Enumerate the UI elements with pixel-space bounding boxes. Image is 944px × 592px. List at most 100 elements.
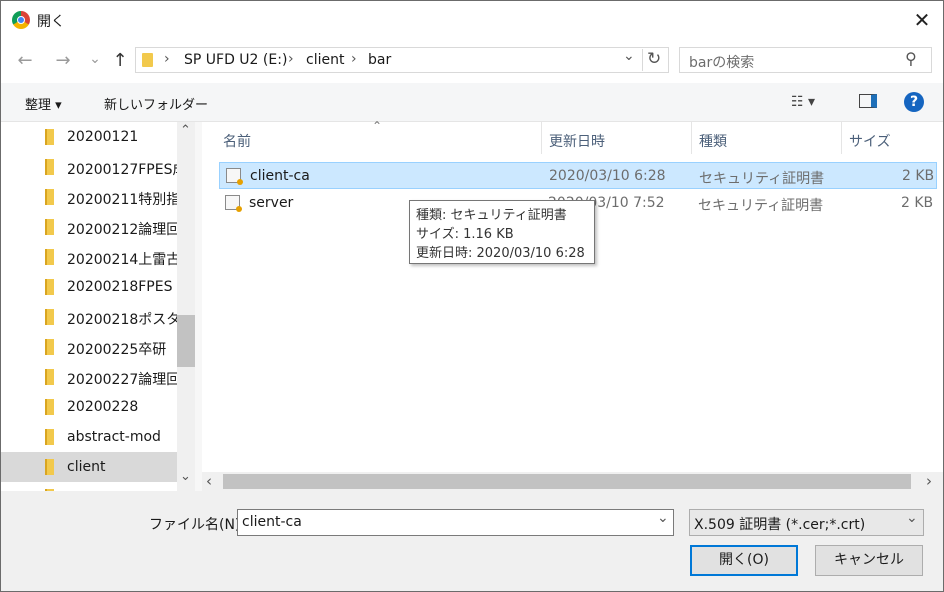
folder-icon xyxy=(45,369,54,385)
preview-pane-icon[interactable] xyxy=(859,94,877,108)
tree-item-label: 20200121 xyxy=(67,129,139,145)
tree-item-label: 20200218FPES xyxy=(67,279,173,295)
column-divider[interactable] xyxy=(841,122,842,154)
file-modified: 2020/03/10 6:28 xyxy=(549,168,666,184)
tree-item[interactable]: abstract-mod xyxy=(1,422,177,452)
folder-icon xyxy=(45,189,54,205)
back-arrow-icon[interactable]: ← xyxy=(13,49,37,73)
tooltip-size: サイズ: 1.16 KB xyxy=(416,227,514,242)
folder-icon xyxy=(45,459,54,475)
up-arrow-icon[interactable]: ↑ xyxy=(108,49,132,73)
folder-icon xyxy=(45,339,54,355)
filetype-value[interactable]: X.509 証明書 (*.cer;*.crt) xyxy=(694,514,865,534)
filename-label: ファイル名(N): xyxy=(149,517,246,533)
tooltip-modified: 更新日時: 2020/03/10 6:28 xyxy=(416,246,585,261)
breadcrumb-client[interactable]: client xyxy=(306,52,344,68)
tree-item-label: client xyxy=(67,459,106,475)
new-folder-button[interactable]: 新しいフォルダー xyxy=(104,94,208,113)
scroll-left-icon[interactable]: ‹ xyxy=(206,472,212,490)
column-header-size[interactable]: サイズ xyxy=(849,131,891,151)
tree-item-label: 20200212論理回 xyxy=(67,222,177,238)
tree-item-label: 20200211特別指 xyxy=(67,192,177,208)
tree-item[interactable]: 20200212論理回 xyxy=(1,212,177,242)
column-divider[interactable] xyxy=(691,122,692,154)
tree-item-label: 20200228 xyxy=(67,399,139,415)
file-open-dialog: 開く ✕ ← → ⌄ ↑ › SP UFD U2 (E:) › client ›… xyxy=(0,0,944,592)
scroll-up-icon[interactable]: ⌃ xyxy=(180,123,191,138)
address-divider xyxy=(642,49,643,71)
filename-dropdown-icon[interactable]: ⌄ xyxy=(657,510,669,526)
certificate-icon xyxy=(226,168,243,185)
address-dropdown-icon[interactable]: ⌄ xyxy=(623,48,635,64)
folder-icon xyxy=(142,53,153,67)
filename-value[interactable]: client-ca xyxy=(242,514,302,530)
tree-item-label: 20200227論理回 xyxy=(67,372,177,388)
scroll-down-icon[interactable]: ⌄ xyxy=(180,469,191,484)
tree-scrollbar[interactable] xyxy=(177,122,195,491)
scroll-right-icon[interactable]: › xyxy=(926,472,932,490)
file-size: 2 KB xyxy=(901,195,934,211)
refresh-icon[interactable]: ↻ xyxy=(647,49,661,69)
breadcrumb-bar[interactable]: bar xyxy=(368,52,391,68)
breadcrumb-separator-icon[interactable]: › xyxy=(164,51,170,67)
filename-input[interactable] xyxy=(237,509,674,536)
file-info-tooltip: 種類: セキュリティ証明書 サイズ: 1.16 KB 更新日時: 2020/03… xyxy=(409,200,595,264)
column-divider[interactable] xyxy=(541,122,542,154)
file-row-selected[interactable]: client-ca 2020/03/10 6:28 セキュリティ証明書 2 KB xyxy=(219,162,937,189)
title-bar xyxy=(1,1,943,39)
file-type: セキュリティ証明書 xyxy=(698,198,824,214)
cancel-button[interactable]: キャンセル xyxy=(815,545,923,576)
organize-button[interactable]: 整理 ▾ xyxy=(25,94,62,113)
column-header-name[interactable]: 名前 xyxy=(223,131,251,151)
tree-item[interactable]: 20200227論理回 xyxy=(1,362,177,392)
folder-icon xyxy=(45,249,54,265)
pane-splitter[interactable] xyxy=(195,122,202,491)
recent-locations-icon[interactable]: ⌄ xyxy=(83,47,107,71)
dialog-footer xyxy=(1,491,943,591)
file-name: server xyxy=(249,195,294,211)
tooltip-type: 種類: セキュリティ証明書 xyxy=(416,208,567,223)
search-input-placeholder[interactable]: barの検索 xyxy=(689,52,754,72)
tree-item-partial[interactable] xyxy=(1,482,177,491)
hscrollbar-thumb[interactable] xyxy=(223,474,911,489)
close-icon[interactable]: ✕ xyxy=(909,7,935,33)
tree-item[interactable]: 20200127FPES成 xyxy=(1,152,177,182)
open-button[interactable]: 開く(O) xyxy=(690,545,798,576)
folder-icon xyxy=(45,429,54,445)
tree-item-selected[interactable]: client xyxy=(1,452,177,482)
help-icon[interactable]: ? xyxy=(904,92,924,112)
tree-item-label: 20200218ポスター xyxy=(67,312,177,328)
certificate-icon xyxy=(225,195,242,212)
file-type: セキュリティ証明書 xyxy=(699,171,825,187)
tree-item[interactable]: 20200228 xyxy=(1,392,177,422)
tree-item[interactable]: 20200225卒研 xyxy=(1,332,177,362)
filetype-dropdown-icon[interactable]: ⌄ xyxy=(906,510,918,526)
tree-scrollbar-thumb[interactable] xyxy=(177,315,195,367)
file-name: client-ca xyxy=(250,168,310,184)
tree-item[interactable]: 20200214上雷古 xyxy=(1,242,177,272)
breadcrumb-separator-icon[interactable]: › xyxy=(288,51,294,67)
chrome-icon xyxy=(12,11,30,29)
view-options-icon[interactable]: ☷ ▾ xyxy=(791,94,815,110)
folder-icon xyxy=(45,219,54,235)
tree-item[interactable]: 20200218FPES xyxy=(1,272,177,302)
tree-item-label: 20200127FPES成 xyxy=(67,162,177,178)
folder-icon xyxy=(45,279,54,295)
column-header-modified[interactable]: 更新日時 xyxy=(549,131,605,151)
tree-item-label: abstract-mod xyxy=(67,429,161,445)
tree-item[interactable]: 20200211特別指 xyxy=(1,182,177,212)
folder-icon xyxy=(45,399,54,415)
tree-item[interactable]: 20200121 xyxy=(1,122,177,152)
forward-arrow-icon[interactable]: → xyxy=(51,49,75,73)
column-header-type[interactable]: 種類 xyxy=(699,131,727,151)
sort-ascending-icon: ⌃ xyxy=(372,119,383,133)
file-size: 2 KB xyxy=(902,168,935,184)
breadcrumb-drive[interactable]: SP UFD U2 (E:) xyxy=(184,52,287,68)
breadcrumb-separator-icon[interactable]: › xyxy=(351,51,357,67)
window-title: 開く xyxy=(37,14,65,30)
search-icon[interactable]: ⚲ xyxy=(905,49,917,68)
folder-tree: 20200121 20200127FPES成 20200211特別指 20200… xyxy=(1,122,177,491)
tree-item-label: 20200225卒研 xyxy=(67,342,167,358)
folder-icon xyxy=(45,159,54,175)
tree-item[interactable]: 20200218ポスター xyxy=(1,302,177,332)
